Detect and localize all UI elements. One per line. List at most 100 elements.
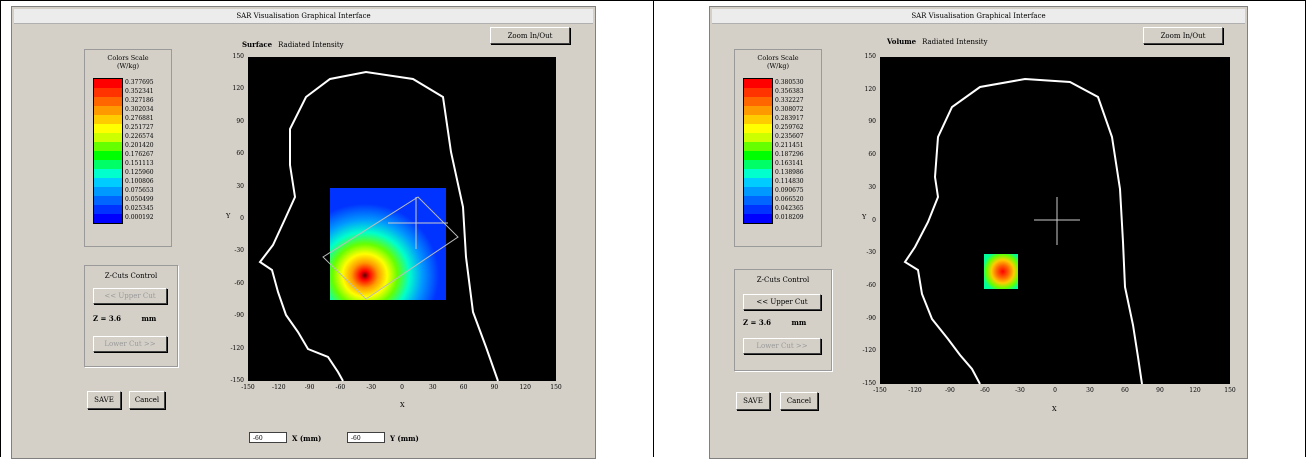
upper-cut-button[interactable]: << Upper Cut [93, 288, 167, 304]
y-tick-label: -60 [234, 279, 244, 287]
plot-svg [903, 77, 1143, 385]
color-scale-title: Colors Scale (W/kg) [735, 54, 821, 70]
plot-svg [258, 70, 499, 382]
color-swatch [94, 214, 122, 223]
scale-units-text: (W/kg) [116, 62, 140, 70]
color-swatch [94, 178, 122, 187]
color-swatch [744, 214, 772, 223]
y-tick-label: 90 [868, 118, 876, 126]
scale-value: 0.380530 [775, 79, 804, 86]
color-swatch [744, 142, 772, 151]
color-swatches [743, 78, 773, 224]
zoom-button[interactable]: Zoom In/Out [490, 27, 570, 44]
plot-area[interactable] [880, 57, 1230, 385]
x-axis-name: X [1052, 405, 1057, 413]
z-value: Z = 3.6 [93, 314, 122, 323]
y-tick-label: 90 [236, 117, 244, 125]
y-position-field[interactable]: -60 [347, 432, 385, 443]
sar-window-surface: SAR Visualisation Graphical Interface Zo… [11, 6, 596, 459]
color-swatch [94, 79, 122, 88]
window-title: SAR Visualisation Graphical Interface [712, 9, 1245, 24]
color-swatch [94, 97, 122, 106]
sar-volume-map [984, 254, 1018, 289]
color-swatch [744, 187, 772, 196]
z-unit: mm [141, 314, 157, 323]
color-swatch [744, 115, 772, 124]
x-tick-label: -30 [1015, 387, 1025, 394]
scale-value: 0.211451 [775, 142, 804, 149]
scale-value: 0.283917 [775, 115, 804, 122]
upper-cut-button[interactable]: << Upper Cut [743, 294, 821, 310]
z-value: Z = 3.6 [743, 318, 772, 327]
scale-units-text: (W/kg) [766, 62, 790, 70]
x-tick-label: -150 [873, 387, 887, 394]
color-swatch [94, 142, 122, 151]
cancel-button[interactable]: Cancel [780, 392, 818, 410]
scale-value: 0.187296 [775, 151, 804, 158]
scale-value: 0.327186 [125, 97, 154, 104]
color-swatch [744, 124, 772, 133]
scale-value: 0.251727 [125, 124, 154, 131]
x-axis-name: X [400, 401, 405, 409]
scale-value: 0.025345 [125, 205, 154, 212]
scale-value: 0.100806 [125, 178, 154, 185]
x-position-field[interactable]: -60 [249, 432, 287, 443]
z-value-label: Z = 3.6 mm [93, 314, 156, 323]
scale-value: 0.332227 [775, 97, 804, 104]
color-swatch [744, 169, 772, 178]
plot-label: Volume Radiated Intensity [887, 37, 988, 46]
y-tick-label: 150 [232, 53, 244, 60]
scale-value: 0.138986 [775, 169, 804, 176]
color-swatch [94, 115, 122, 124]
scale-value: 0.259762 [775, 124, 804, 131]
color-swatch [744, 178, 772, 187]
x-tick-label: 150 [550, 384, 562, 391]
scale-value: 0.352341 [125, 88, 154, 95]
cancel-button[interactable]: Cancel [129, 391, 165, 409]
left-screenshot-cell: SAR Visualisation Graphical Interface Zo… [0, 0, 653, 459]
scale-value: 0.235607 [775, 133, 804, 140]
zcuts-group: Z-Cuts Control << Upper Cut Z = 3.6 mm L… [84, 265, 178, 367]
z-unit: mm [791, 318, 807, 327]
scale-value: 0.276881 [125, 115, 154, 122]
x-tick-label: 60 [1121, 387, 1129, 394]
lower-cut-button[interactable]: Lower Cut >> [93, 336, 167, 352]
x-tick-label: -30 [366, 384, 377, 391]
zoom-button[interactable]: Zoom In/Out [1143, 27, 1223, 44]
color-swatch [94, 187, 122, 196]
scale-value: 0.075653 [125, 187, 154, 194]
color-scale-title: Colors Scale (W/kg) [85, 54, 171, 70]
y-axis-name: Y [226, 212, 231, 220]
zcuts-title: Z-Cuts Control [756, 276, 810, 284]
lower-cut-button[interactable]: Lower Cut >> [743, 338, 821, 354]
scale-value: 0.302034 [125, 106, 154, 113]
scale-value: 0.201420 [125, 142, 154, 149]
y-tick-label: 120 [232, 85, 244, 93]
y-tick-label: -150 [230, 377, 244, 384]
save-button[interactable]: SAVE [87, 391, 121, 409]
color-swatch [94, 196, 122, 205]
color-scale-panel: Colors Scale (W/kg) 0.377695 0.352341 0.32… [84, 49, 172, 247]
scale-title-text: Colors Scale [757, 54, 799, 62]
color-swatch [744, 151, 772, 160]
y-tick-label: -150 [862, 380, 876, 387]
color-swatch [744, 106, 772, 115]
y-tick-label: 60 [868, 151, 876, 159]
color-swatch [94, 88, 122, 97]
plot-area[interactable] [248, 57, 556, 382]
x-tick-label: -120 [908, 387, 922, 394]
y-tick-label: 30 [236, 182, 244, 190]
color-swatch [744, 133, 772, 142]
y-axis-name: Y [862, 213, 867, 221]
color-swatch [744, 88, 772, 97]
x-tick-label: 0 [400, 384, 404, 391]
scale-value: 0.042365 [775, 205, 804, 212]
scale-value: 0.356383 [775, 88, 804, 95]
y-tick-label: -120 [230, 344, 244, 352]
y-tick-label: 60 [236, 150, 244, 158]
x-position-label: X (mm) [292, 434, 322, 443]
y-tick-label: -90 [234, 312, 244, 320]
z-value-label: Z = 3.6 mm [743, 318, 806, 327]
save-button[interactable]: SAVE [736, 392, 770, 410]
color-swatch [94, 205, 122, 214]
